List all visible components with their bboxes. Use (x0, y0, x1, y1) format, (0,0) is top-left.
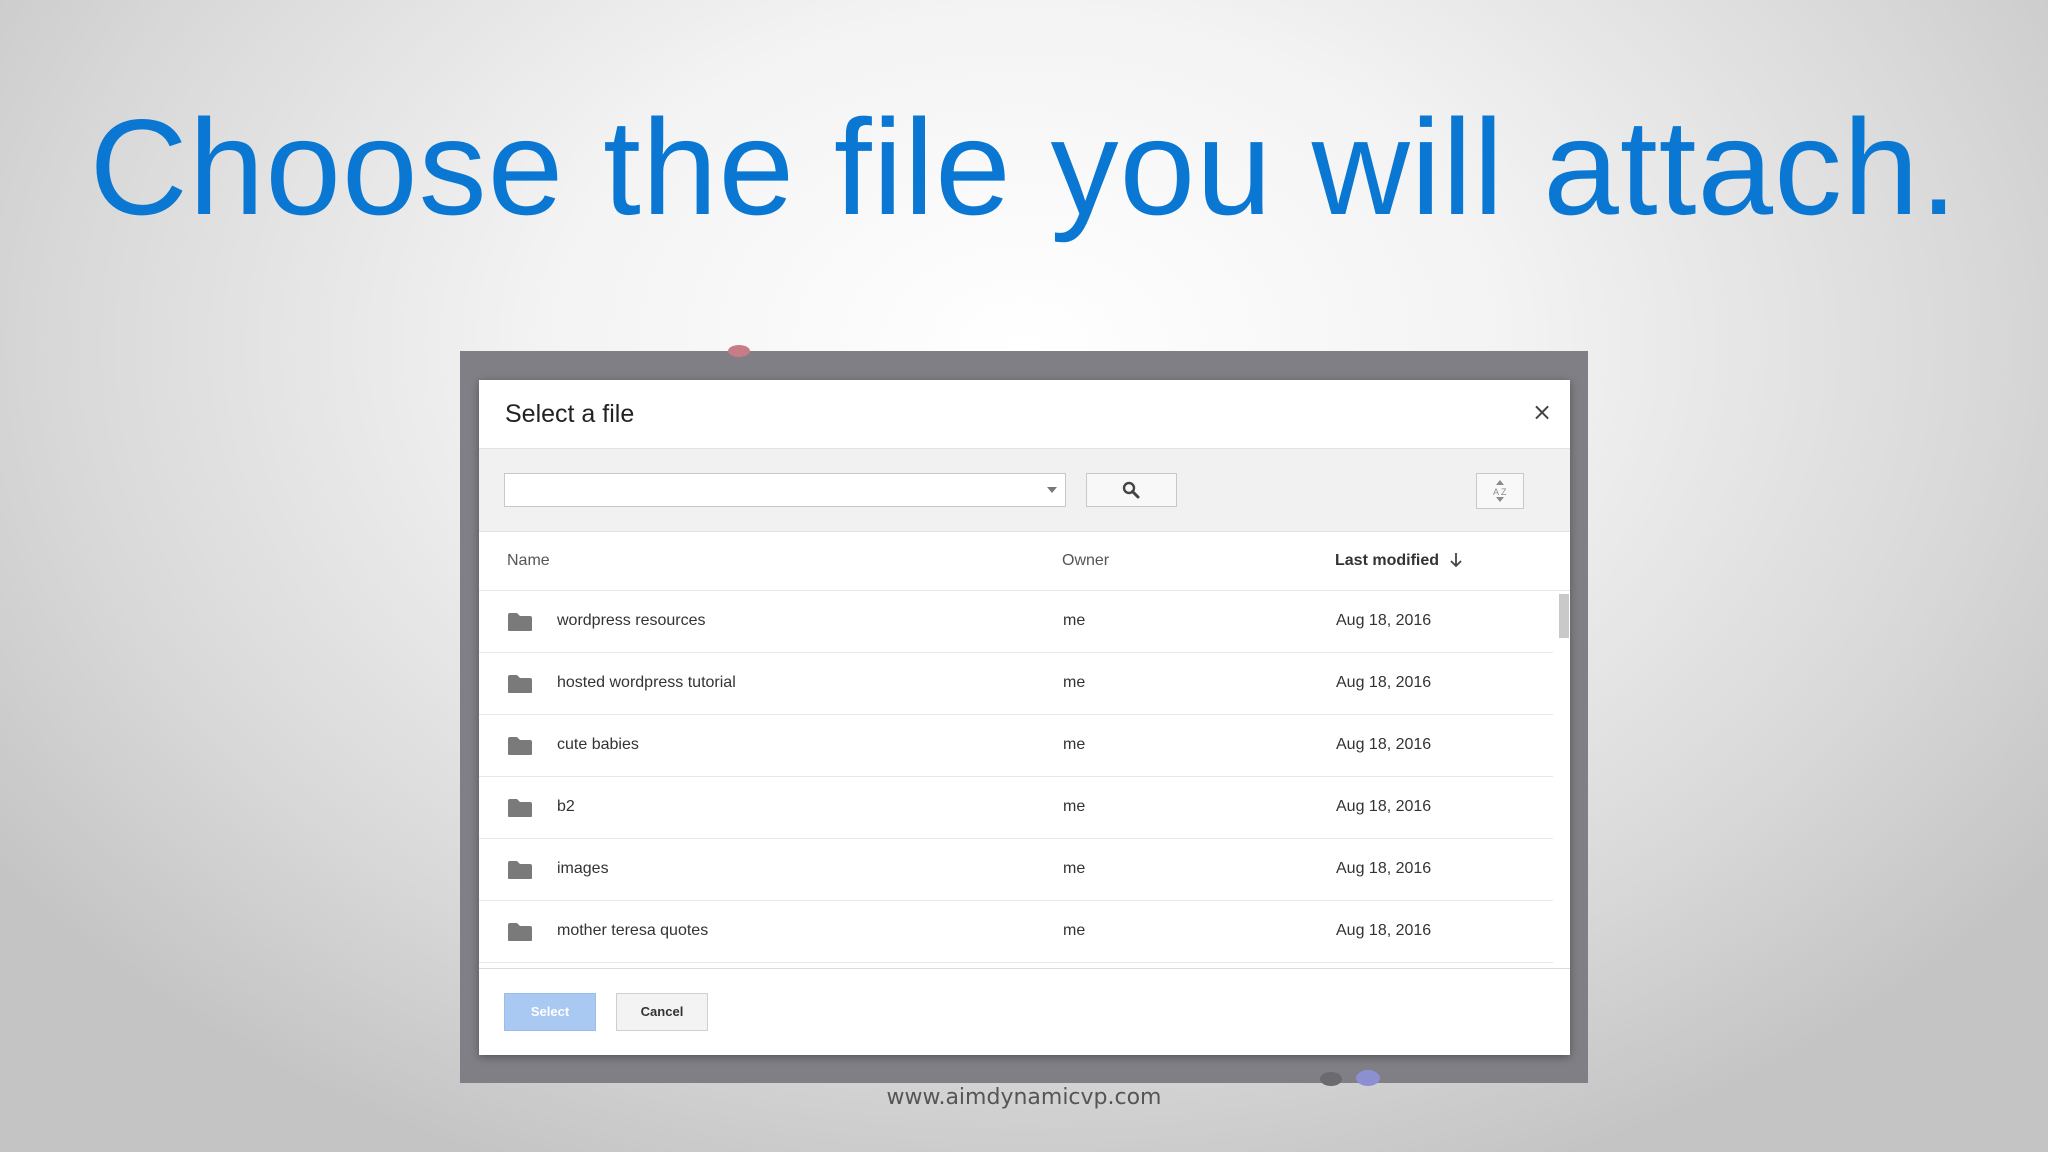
file-list[interactable]: wordpress resources me Aug 18, 2016 host… (479, 591, 1553, 972)
scrollbar-thumb[interactable] (1559, 594, 1569, 638)
dialog-header: Select a file × (479, 380, 1570, 448)
screenshot-frame: Select a file × A Z Name Owner Last modi… (460, 345, 1588, 1086)
table-row[interactable]: b2 me Aug 18, 2016 (479, 777, 1553, 839)
footer-url: www.aimdynamicvp.com (886, 1085, 1162, 1110)
column-header-last-modified[interactable]: Last modified (1335, 552, 1463, 570)
folder-icon (508, 799, 532, 817)
slide-title: Choose the file you will attach. (89, 91, 1959, 243)
scrollbar[interactable] (1556, 591, 1570, 972)
file-modified: Aug 18, 2016 (1336, 736, 1432, 753)
folder-icon (508, 613, 532, 631)
file-name: hosted wordpress tutorial (557, 674, 736, 691)
file-name: mother teresa quotes (557, 922, 709, 939)
svg-text:Z: Z (1501, 487, 1507, 497)
file-owner: me (1063, 798, 1086, 815)
file-owner: me (1063, 674, 1086, 691)
search-input[interactable] (504, 473, 1066, 507)
background-avatar-dot (1356, 1070, 1380, 1086)
background-avatar-dot (728, 345, 750, 357)
sort-button[interactable]: A Z (1476, 473, 1524, 509)
file-name: cute babies (557, 736, 639, 753)
table-row[interactable]: wordpress resources me Aug 18, 2016 (479, 591, 1553, 653)
arrow-down-icon (1450, 553, 1463, 568)
search-button[interactable] (1086, 473, 1177, 507)
folder-icon (508, 861, 532, 879)
select-button[interactable]: Select (504, 993, 596, 1031)
file-modified: Aug 18, 2016 (1336, 860, 1432, 877)
dialog-footer: Select Cancel (479, 968, 1570, 1055)
file-owner: me (1063, 860, 1086, 877)
search-text-field[interactable] (511, 475, 1035, 507)
search-icon (1122, 481, 1140, 499)
table-header: Name Owner Last modified (479, 531, 1570, 591)
svg-text:A: A (1493, 487, 1499, 497)
column-header-last-modified-label: Last modified (1335, 552, 1440, 569)
dialog-title: Select a file (505, 400, 635, 428)
table-row[interactable]: mother teresa quotes me Aug 18, 2016 (479, 901, 1553, 963)
close-icon[interactable]: × (1530, 400, 1554, 424)
file-modified: Aug 18, 2016 (1336, 612, 1432, 629)
file-modified: Aug 18, 2016 (1336, 798, 1432, 815)
sort-az-icon: A Z (1493, 480, 1507, 502)
chevron-down-icon[interactable] (1047, 487, 1057, 493)
file-name: images (557, 860, 609, 877)
folder-icon (508, 737, 532, 755)
select-file-dialog: Select a file × A Z Name Owner Last modi… (479, 380, 1570, 1055)
file-owner: me (1063, 736, 1086, 753)
table-row[interactable]: hosted wordpress tutorial me Aug 18, 201… (479, 653, 1553, 715)
file-modified: Aug 18, 2016 (1336, 674, 1432, 691)
table-row[interactable]: images me Aug 18, 2016 (479, 839, 1553, 901)
file-name: wordpress resources (557, 612, 706, 629)
folder-icon (508, 923, 532, 941)
column-header-name[interactable]: Name (507, 552, 550, 570)
table-row[interactable]: cute babies me Aug 18, 2016 (479, 715, 1553, 777)
cancel-button[interactable]: Cancel (616, 993, 708, 1031)
column-header-owner[interactable]: Owner (1062, 552, 1109, 570)
file-modified: Aug 18, 2016 (1336, 922, 1432, 939)
background-avatar-dot (1320, 1072, 1342, 1086)
file-owner: me (1063, 922, 1086, 939)
file-name: b2 (557, 798, 575, 815)
file-owner: me (1063, 612, 1086, 629)
dialog-toolbar: A Z (479, 448, 1570, 532)
folder-icon (508, 675, 532, 693)
